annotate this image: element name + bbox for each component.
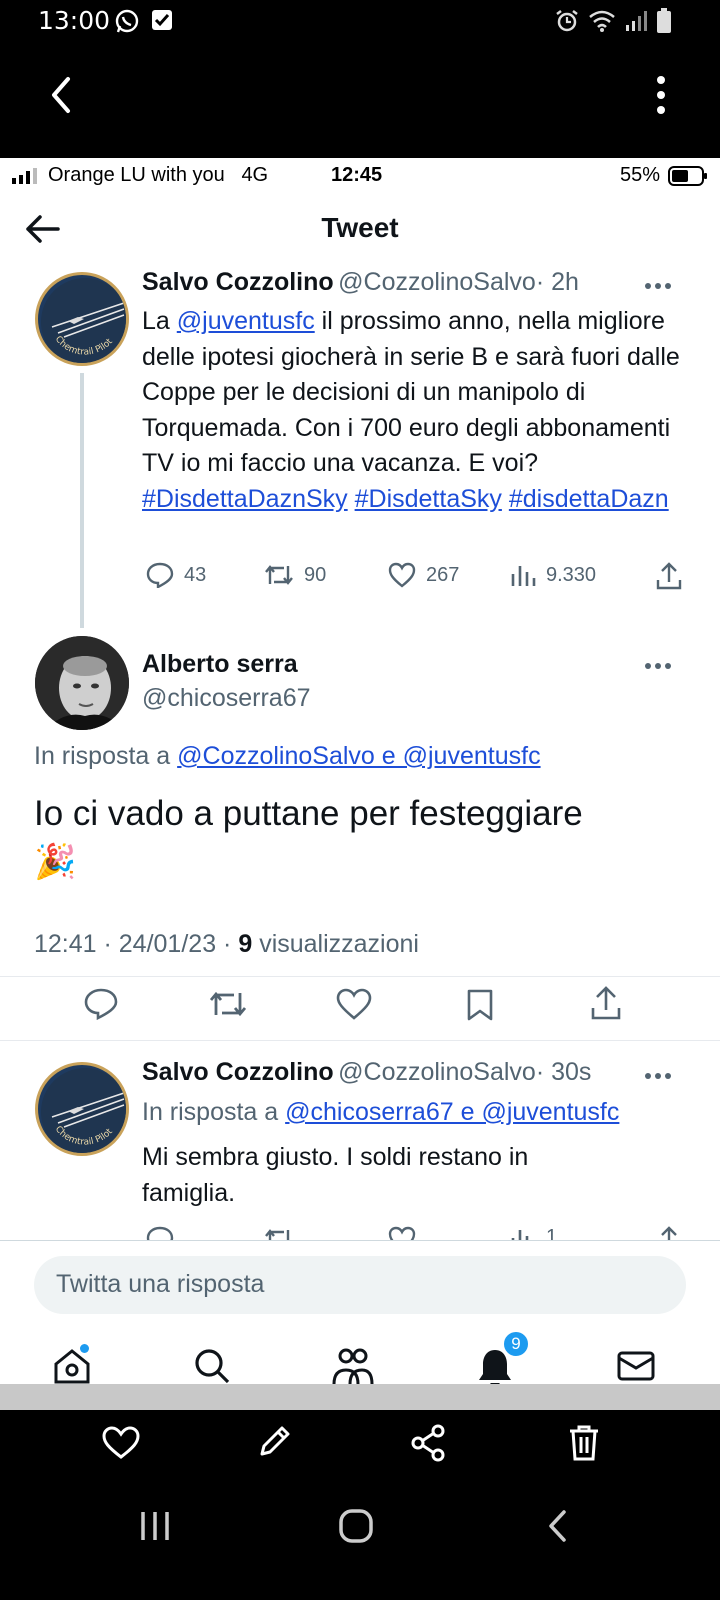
divider bbox=[0, 1240, 720, 1241]
retweet-action[interactable]: 90 bbox=[264, 562, 326, 588]
overlay-strip bbox=[0, 1384, 720, 1410]
avatar[interactable] bbox=[35, 636, 129, 730]
retweet-count: 90 bbox=[304, 563, 327, 586]
analytics-icon bbox=[511, 566, 536, 586]
ios-clock: 12:45 bbox=[331, 164, 383, 186]
tweet3-actions-clipped: 1 bbox=[0, 1226, 720, 1240]
battery-icon bbox=[657, 8, 671, 33]
edit-icon[interactable] bbox=[256, 1424, 292, 1460]
chemtrail-pilot-logo: Chemtrail Pilot bbox=[41, 1068, 126, 1153]
divider bbox=[0, 976, 720, 977]
alarm-icon bbox=[556, 10, 578, 32]
battery-percent: 55% bbox=[620, 164, 661, 186]
avatar[interactable]: Chemtrail Pilot bbox=[35, 1062, 129, 1156]
chemtrail-pilot-logo: Chemtrail Pilot bbox=[41, 278, 126, 363]
page-title: Tweet bbox=[321, 212, 399, 243]
retweet-icon bbox=[265, 565, 293, 585]
ios-battery-icon bbox=[668, 166, 707, 186]
tweet-time: · 2h bbox=[535, 268, 579, 296]
reply-to-line: In risposta a @chicoserra67 e @juventusf… bbox=[142, 1098, 620, 1126]
reply-action[interactable]: 43 bbox=[146, 562, 206, 588]
tweet-header: Tweet bbox=[0, 198, 720, 258]
more-options-icon[interactable] bbox=[644, 73, 678, 117]
retweet-icon[interactable] bbox=[264, 1226, 294, 1240]
author-handle[interactable]: @CozzolinoSalvo bbox=[338, 268, 536, 296]
tweet2-text: Io ci vado a puttane per festeggiare 🎉 bbox=[34, 794, 583, 881]
wifi-icon bbox=[589, 10, 615, 32]
party-emoji: 🎉 bbox=[34, 843, 77, 881]
heart-icon bbox=[388, 562, 416, 588]
os-clock: 13:00 bbox=[38, 6, 111, 35]
tweet3-text: Mi sembra giusto. I soldi restano in fam… bbox=[142, 1143, 529, 1207]
delete-icon[interactable] bbox=[568, 1424, 600, 1462]
checkbox-notification-icon bbox=[152, 10, 172, 30]
reply-icon bbox=[146, 562, 174, 588]
divider bbox=[0, 1040, 720, 1041]
share-icon[interactable] bbox=[410, 1424, 446, 1462]
reply-icon[interactable] bbox=[84, 988, 118, 1020]
author-name[interactable]: Alberto serra bbox=[142, 650, 298, 679]
share-icon[interactable] bbox=[656, 562, 682, 590]
android-status-bar: 13:00 bbox=[0, 0, 720, 45]
back-icon[interactable] bbox=[44, 73, 78, 117]
hashtag-link[interactable]: #DisdettaSky bbox=[355, 485, 502, 513]
tweet3-header-line: Salvo Cozzolino @CozzolinoSalvo· 30s bbox=[142, 1058, 591, 1087]
search-icon[interactable] bbox=[192, 1346, 232, 1386]
share-icon[interactable] bbox=[656, 1226, 682, 1240]
recent-apps-icon[interactable] bbox=[138, 1510, 172, 1542]
tweet1-header-line: Salvo Cozzolino @CozzolinoSalvo· 2h bbox=[142, 268, 579, 297]
avatar-photo bbox=[35, 636, 129, 730]
communities-icon[interactable] bbox=[332, 1346, 374, 1386]
views-count: 1 bbox=[546, 1226, 558, 1240]
whatsapp-icon bbox=[115, 9, 139, 33]
heart-icon[interactable] bbox=[336, 988, 372, 1020]
author-name[interactable]: Salvo Cozzolino bbox=[142, 268, 334, 296]
ios-status-bar: Orange LU with you 4G 12:45 55% bbox=[0, 158, 720, 194]
share-icon[interactable] bbox=[590, 986, 622, 1020]
favorite-icon[interactable] bbox=[102, 1426, 140, 1460]
home-unread-dot bbox=[80, 1344, 89, 1353]
hashtag-link[interactable]: #disdettaDazn bbox=[509, 485, 669, 513]
home-button-icon[interactable] bbox=[338, 1508, 374, 1544]
more-icon[interactable] bbox=[643, 1071, 673, 1081]
author-name[interactable]: Salvo Cozzolino bbox=[142, 1058, 334, 1086]
android-nav-bar bbox=[0, 1490, 720, 1600]
author-handle[interactable]: @CozzolinoSalvo bbox=[338, 1058, 536, 1086]
reply-count: 43 bbox=[184, 563, 207, 586]
messages-icon[interactable] bbox=[616, 1350, 656, 1382]
reply-placeholder: Twitta una risposta bbox=[56, 1270, 265, 1298]
more-icon[interactable] bbox=[643, 661, 673, 671]
reply-to-links[interactable]: @CozzolinoSalvo e @juventusfc bbox=[177, 742, 540, 770]
thread-line bbox=[80, 373, 84, 628]
reply-icon[interactable] bbox=[146, 1226, 174, 1240]
bookmark-icon[interactable] bbox=[466, 988, 494, 1022]
mention-link[interactable]: @juventusfc bbox=[177, 307, 315, 335]
reply-input[interactable]: Twitta una risposta bbox=[34, 1256, 686, 1314]
like-action[interactable]: 267 bbox=[388, 562, 459, 588]
retweet-icon[interactable] bbox=[208, 988, 248, 1020]
tweet-timestamp: 12:41 · 24/01/23 · 9 visualizzazioni bbox=[34, 930, 419, 958]
heart-icon[interactable] bbox=[388, 1226, 416, 1240]
signal-icon bbox=[626, 11, 647, 31]
hashtag-link[interactable]: #DisdettaDaznSky bbox=[142, 485, 348, 513]
screenshot-content: Orange LU with you 4G 12:45 55% Tweet Ch… bbox=[0, 158, 720, 1410]
tweet1-text: La @juventusfc il prossimo anno, nella m… bbox=[142, 307, 680, 513]
nav-back-icon[interactable] bbox=[546, 1508, 570, 1544]
analytics-icon[interactable] bbox=[510, 1226, 536, 1240]
gallery-toolbar bbox=[0, 1410, 720, 1490]
notification-badge: 9 bbox=[502, 1330, 530, 1358]
gallery-top-bar bbox=[0, 45, 720, 158]
avatar[interactable]: Chemtrail Pilot bbox=[35, 272, 129, 366]
carrier-label: Orange LU with you 4G bbox=[48, 164, 269, 186]
tweet-time: · 30s bbox=[535, 1058, 592, 1086]
more-icon[interactable] bbox=[643, 281, 673, 291]
cell-signal-icon bbox=[12, 168, 37, 184]
views-action[interactable]: 9.330 bbox=[510, 562, 596, 588]
reply-to-links[interactable]: @chicoserra67 e @juventusfc bbox=[285, 1098, 619, 1126]
reply-to-line: In risposta a @CozzolinoSalvo e @juventu… bbox=[34, 742, 541, 770]
author-handle[interactable]: @chicoserra67 bbox=[142, 684, 311, 713]
like-count: 267 bbox=[426, 563, 460, 586]
views-count: 9.330 bbox=[546, 563, 597, 586]
views-number: 9 bbox=[238, 930, 253, 958]
